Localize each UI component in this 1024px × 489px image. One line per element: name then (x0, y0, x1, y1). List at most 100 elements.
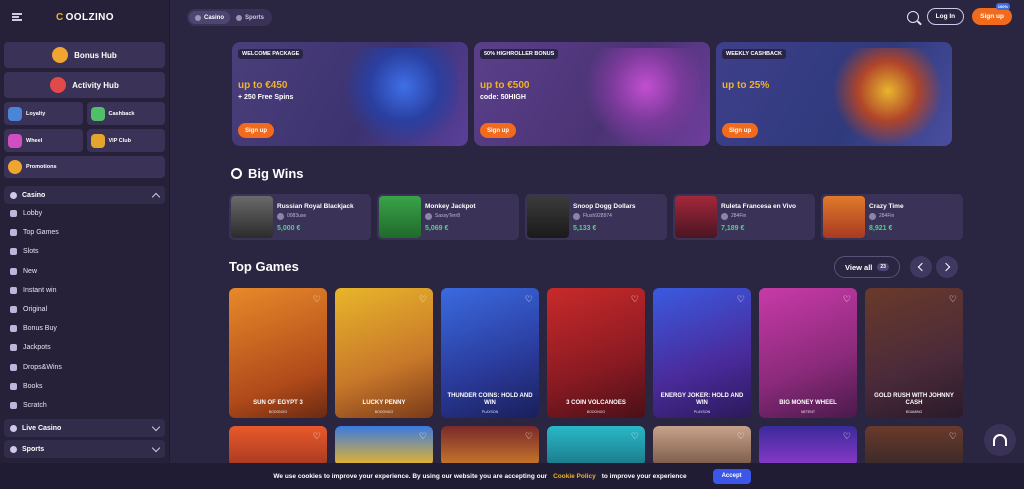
game-card[interactable]: ♡ (441, 426, 539, 466)
win-amount: 5,069 € (425, 224, 449, 232)
banner-character-image (338, 48, 458, 144)
nav-item-scratch[interactable]: Scratch (0, 396, 169, 415)
cookie-policy-link[interactable]: Cookie Policy (553, 473, 596, 480)
game-card[interactable]: ♡ SUN OF EGYPT 3 BOOONGO (229, 288, 327, 418)
loyalty-tile[interactable]: Loyalty (4, 102, 83, 125)
game-card[interactable]: ♡ (653, 426, 751, 466)
favorite-heart-icon[interactable]: ♡ (419, 294, 427, 305)
nav-item-instant-win[interactable]: Instant win (0, 281, 169, 300)
game-card[interactable]: ♡ ENERGY JOKER: HOLD AND WIN PLAYSON (653, 288, 751, 418)
nav-item-books[interactable]: Books (0, 377, 169, 396)
favorite-heart-icon[interactable]: ♡ (313, 431, 321, 442)
banner-tag: WELCOME PACKAGE (238, 49, 304, 59)
tab-sports[interactable]: Sports (230, 11, 270, 24)
banner-signup-button[interactable]: Sign up (480, 123, 516, 138)
win-amount: 8,921 € (869, 224, 893, 232)
top-games-row: ♡ SUN OF EGYPT 3 BOOONGO ♡ LUCKY PENNY B… (229, 288, 963, 418)
game-thumbnail (675, 196, 717, 238)
favorite-heart-icon[interactable]: ♡ (843, 294, 851, 305)
menu-icon[interactable] (12, 13, 22, 21)
game-title: LUCKY PENNY (362, 400, 406, 406)
lobby-icon (10, 210, 17, 218)
logo[interactable]: C OOLZINO (56, 12, 114, 23)
bonus-hub-button[interactable]: Bonus Hub (4, 42, 165, 68)
nav-item-drops-wins[interactable]: Drops&Wins (0, 358, 169, 377)
nav-item-original[interactable]: Original (0, 300, 169, 319)
sports-section-header[interactable]: Sports (4, 440, 165, 459)
game-card[interactable]: ♡ BIG MONEY WHEEL NETENT (759, 288, 857, 418)
big-win-card[interactable]: Monkey Jackpot SassyTerr8 5,069 € (377, 194, 519, 240)
big-win-card[interactable]: Ruleta Francesa en Vivo 284Fin 7,189 € (673, 194, 815, 240)
banner-cashback[interactable]: WEEKLY CASHBACK up to 25% Sign up (716, 42, 952, 146)
nav-item-new[interactable]: New (0, 262, 169, 281)
favorite-heart-icon[interactable]: ♡ (949, 294, 957, 305)
live-casino-section-header[interactable]: Live Casino (4, 419, 165, 438)
nav-item-top-games[interactable]: Top Games (0, 223, 169, 242)
favorite-heart-icon[interactable]: ♡ (631, 431, 639, 442)
game-card[interactable]: ♡ THUNDER COINS: HOLD AND WIN PLAYSON (441, 288, 539, 418)
big-win-card[interactable]: Crazy Time 284Fin 8,921 € (821, 194, 963, 240)
game-card[interactable]: ♡ (229, 426, 327, 466)
wheel-tile[interactable]: Wheel (4, 129, 83, 152)
cookie-banner: We use cookies to improve your experienc… (0, 463, 1024, 489)
banner-welcome[interactable]: WELCOME PACKAGE up to €450 + 250 Free Sp… (232, 42, 468, 146)
favorite-heart-icon[interactable]: ♡ (949, 431, 957, 442)
search-icon[interactable] (906, 10, 919, 23)
casino-section-header[interactable]: Casino (4, 186, 165, 204)
chevron-left-icon (917, 262, 927, 272)
favorite-heart-icon[interactable]: ♡ (737, 431, 745, 442)
favorite-heart-icon[interactable]: ♡ (737, 294, 745, 305)
favorite-heart-icon[interactable]: ♡ (419, 431, 427, 442)
nav-item-slots[interactable]: Slots (0, 242, 169, 261)
carousel-prev-button[interactable] (910, 256, 932, 278)
game-provider: BOOONGO (374, 410, 394, 414)
game-card[interactable]: ♡ GOLD RUSH WITH JOHNNY CASH BGAMING (865, 288, 963, 418)
game-card[interactable]: ♡ 3 COIN VOLCANOES BOOONGO (547, 288, 645, 418)
bag-icon (10, 325, 17, 333)
nav-item-jackpots[interactable]: Jackpots (0, 338, 169, 357)
promotions-tile[interactable]: Promotions (4, 156, 165, 178)
view-all-button[interactable]: View all 23 (834, 256, 900, 278)
star-icon (10, 267, 17, 275)
book-icon (10, 382, 17, 390)
tab-casino[interactable]: Casino (189, 11, 231, 24)
game-thumbnail (527, 196, 569, 238)
carousel-next-button[interactable] (936, 256, 958, 278)
favorite-heart-icon[interactable]: ♡ (631, 294, 639, 305)
favorite-heart-icon[interactable]: ♡ (843, 431, 851, 442)
favorite-heart-icon[interactable]: ♡ (313, 294, 321, 305)
game-card[interactable]: ♡ (547, 426, 645, 466)
big-win-card[interactable]: Russian Royal Blackjack 0083use 5,000 € (229, 194, 371, 240)
accept-cookies-button[interactable]: Accept (712, 468, 751, 484)
product-tabs: Casino Sports (187, 9, 273, 26)
game-title: GOLD RUSH WITH JOHNNY CASH (874, 393, 954, 406)
vip-club-tile[interactable]: VIP Club (86, 129, 165, 152)
game-card[interactable]: ♡ (335, 426, 433, 466)
game-card[interactable]: ♡ (759, 426, 857, 466)
login-button[interactable]: Log In (926, 8, 965, 25)
banner-highroller[interactable]: 50% HIGHROLLER BONUS up to €500 code: 50… (474, 42, 710, 146)
banner-character-image (580, 48, 700, 144)
game-card[interactable]: ♡ LUCKY PENNY BOOONGO (335, 288, 433, 418)
gift-icon (52, 47, 69, 63)
nav-item-lobby[interactable]: Lobby (0, 204, 169, 223)
game-thumbnail (823, 196, 865, 238)
topbar: Casino Sports Log In 100% Sign up (170, 0, 1024, 34)
banner-signup-button[interactable]: Sign up (238, 123, 274, 138)
fire-icon (10, 229, 17, 237)
game-card[interactable]: ♡ (865, 426, 963, 466)
banner-signup-button[interactable]: Sign up (722, 123, 758, 138)
big-win-card[interactable]: Snoop Dogg Dollars Flush928974 5,133 € (525, 194, 667, 240)
support-button[interactable] (984, 424, 1016, 456)
activity-hub-button[interactable]: Activity Hub (4, 72, 165, 98)
game-thumbnail (231, 196, 273, 238)
chevron-up-icon (151, 192, 161, 201)
main-content: WELCOME PACKAGE up to €450 + 250 Free Sp… (170, 34, 1024, 489)
favorite-heart-icon[interactable]: ♡ (525, 294, 533, 305)
nav-item-bonus-buy[interactable]: Bonus Buy (0, 319, 169, 338)
signup-button[interactable]: 100% Sign up (972, 3, 1012, 25)
user-avatar (277, 212, 284, 220)
favorite-heart-icon[interactable]: ♡ (525, 431, 533, 442)
trophy-icon (10, 344, 17, 352)
cashback-tile[interactable]: Cashback (86, 102, 165, 125)
